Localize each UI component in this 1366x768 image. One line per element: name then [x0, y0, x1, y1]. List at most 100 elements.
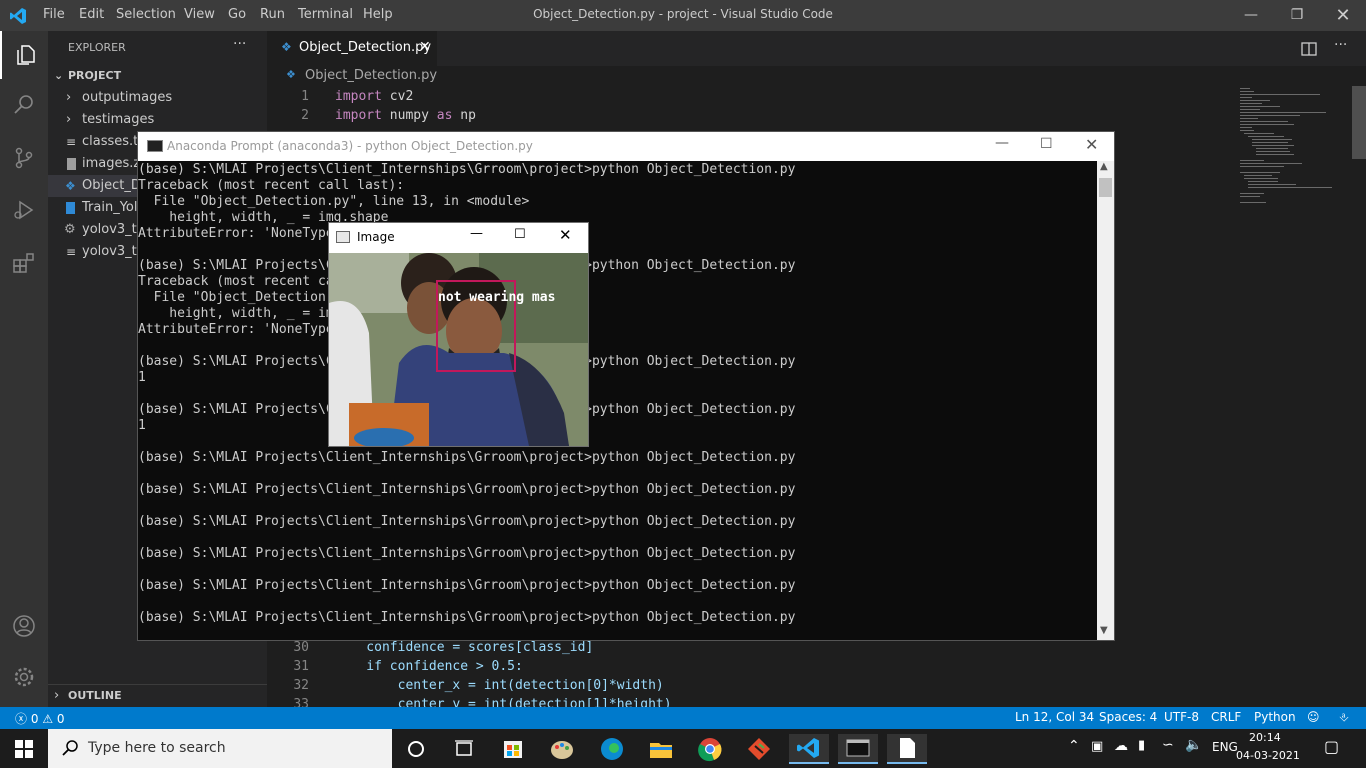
restore-button[interactable]: ❐	[1274, 0, 1320, 31]
outline-section[interactable]: › OUTLINE	[48, 684, 267, 707]
code-line[interactable]: 32 center_x = int(detection[0]*width)	[267, 676, 1227, 695]
tree-item-testimages[interactable]: › testimages	[48, 109, 267, 131]
line-number: 31	[293, 659, 309, 674]
chevron-up-icon[interactable]: ⌃	[1068, 738, 1080, 754]
battery-icon[interactable]: ▮	[1138, 738, 1145, 753]
explorer-header: EXPLORER	[68, 41, 126, 54]
search-activity[interactable]	[0, 80, 48, 128]
anaconda-prompt-window[interactable]: Anaconda Prompt (anaconda3) - python Obj…	[137, 131, 1115, 641]
terminal-maximize-button[interactable]: ☐	[1040, 136, 1053, 152]
accounts-activity[interactable]	[0, 602, 48, 650]
terminal-title: Anaconda Prompt (anaconda3) - python Obj…	[167, 139, 533, 153]
meet-now-icon[interactable]: ▣	[1091, 739, 1103, 754]
chrome-icon[interactable]	[690, 734, 730, 764]
terminal-line: (base) S:\MLAI Projects\Client_Internshi…	[138, 578, 796, 593]
minimap[interactable]	[1236, 86, 1351, 216]
line-ending[interactable]: CRLF	[1211, 710, 1241, 724]
windows-start-icon[interactable]	[15, 740, 33, 758]
image-window-taskbar-icon[interactable]	[887, 734, 927, 764]
line-number: 1	[301, 89, 309, 104]
feedback-icon[interactable]: ☺	[1307, 710, 1320, 724]
chevron-right-icon: ›	[66, 112, 72, 127]
warning-count: 0	[56, 712, 65, 726]
code-keyword: import	[335, 108, 382, 123]
code-line[interactable]: 31 if confidence > 0.5:	[267, 657, 1227, 676]
code-text: numpy	[381, 108, 437, 123]
onedrive-icon[interactable]: ☁	[1114, 738, 1128, 754]
taskbar: Type here to search ⌃ ▣ ☁ ▮ ∽ 🔈 ENG 20:1…	[0, 729, 1366, 768]
close-button[interactable]: ✕	[1320, 0, 1366, 31]
notifications-icon[interactable]: ⎀	[1339, 710, 1349, 725]
code-line[interactable]: 1 import cv2	[267, 87, 1227, 106]
terminal-close-button[interactable]: ✕	[1085, 135, 1098, 154]
image-maximize-button[interactable]: ☐	[514, 227, 526, 242]
vscode-taskbar-icon[interactable]	[789, 734, 829, 764]
more-actions-button[interactable]: ···	[233, 36, 246, 52]
code-text: if confidence > 0.5:	[335, 659, 523, 674]
run-debug-activity[interactable]	[0, 186, 48, 234]
code-line[interactable]: 33 center_y = int(detection[1]*height)	[267, 695, 1227, 707]
breadcrumb-file[interactable]: Object_Detection.py	[305, 68, 437, 83]
minimize-button[interactable]: —	[1228, 0, 1274, 31]
edge-icon[interactable]	[592, 734, 632, 764]
extensions-activity[interactable]	[0, 239, 48, 287]
detection-label: not wearing mas	[438, 290, 555, 305]
terminal-line: height, width, _ = img.shape	[138, 210, 389, 225]
input-language[interactable]: ENG	[1212, 740, 1238, 754]
git-gui-icon[interactable]	[739, 734, 779, 764]
image-minimize-button[interactable]: —	[470, 226, 483, 241]
terminal-minimize-button[interactable]: —	[995, 135, 1009, 151]
tree-item-outputimages[interactable]: › outputimages	[48, 87, 267, 109]
problems-indicator[interactable]: ⓧ 0 ⚠ 0	[15, 710, 65, 727]
terminal-line: (base) S:\MLAI Projects\Client_Internshi…	[138, 402, 796, 417]
paint-icon[interactable]	[542, 734, 582, 764]
image-window-icon	[336, 231, 350, 243]
file-explorer-icon[interactable]	[641, 734, 681, 764]
editor-scrollbar[interactable]	[1352, 86, 1366, 159]
scroll-down-icon[interactable]: ▼	[1100, 625, 1108, 636]
terminal-line: AttributeError: 'NoneType' object has no…	[138, 322, 592, 337]
clock-date[interactable]: 04-03-2021	[1236, 749, 1300, 762]
wifi-icon[interactable]: ∽	[1162, 737, 1174, 753]
error-count: 0	[30, 712, 39, 726]
terminal-line: (base) S:\MLAI Projects\Client_Internshi…	[138, 450, 796, 465]
project-folder[interactable]: ⌄ PROJECT	[48, 65, 267, 87]
scroll-thumb[interactable]	[1099, 178, 1112, 197]
terminal-title-bar[interactable]: Anaconda Prompt (anaconda3) - python Obj…	[138, 132, 1114, 161]
indentation[interactable]: Spaces: 4	[1099, 710, 1157, 724]
image-window-title-bar[interactable]: Image — ☐ ✕	[329, 223, 588, 252]
task-view-icon[interactable]	[444, 734, 484, 764]
cortana-icon[interactable]	[396, 734, 436, 764]
split-editor-icon[interactable]	[1301, 41, 1317, 57]
source-control-activity[interactable]	[0, 134, 48, 182]
terminal-scrollbar[interactable]: ▲ ▼	[1097, 161, 1114, 640]
notification-center-icon[interactable]: ▢	[1324, 737, 1339, 756]
chevron-right-icon: ›	[66, 90, 72, 105]
tab-object-detection[interactable]: ❖ Object_Detection.py ✕	[267, 31, 437, 66]
clock-time[interactable]: 20:14	[1249, 731, 1281, 744]
image-close-button[interactable]: ✕	[559, 226, 572, 244]
code-line[interactable]: 2 import numpy as np	[267, 106, 1227, 125]
gear-icon: ⚙	[64, 222, 76, 237]
explorer-activity[interactable]	[0, 31, 48, 79]
search-placeholder: Type here to search	[88, 740, 226, 756]
more-actions-icon[interactable]: ···	[1334, 37, 1347, 53]
terminal-line: Traceback (most recent call last):	[138, 178, 405, 193]
terminal-line: File "Object_Detection.py", line 13, in …	[153, 290, 530, 305]
terminal-taskbar-icon[interactable]	[838, 734, 878, 764]
manage-activity[interactable]	[0, 653, 48, 701]
detection-photo: not wearing mas	[329, 253, 588, 446]
language-mode[interactable]: Python	[1254, 710, 1296, 724]
image-window[interactable]: Image — ☐ ✕ not wearing mas	[328, 222, 589, 447]
volume-icon[interactable]: 🔈	[1185, 737, 1202, 753]
close-tab-icon[interactable]: ✕	[419, 39, 431, 55]
code-text: confidence = scores[class_id]	[335, 640, 594, 655]
cursor-position[interactable]: Ln 12, Col 34	[1015, 710, 1094, 724]
taskbar-search[interactable]: Type here to search	[48, 729, 392, 768]
scroll-up-icon[interactable]: ▲	[1100, 161, 1108, 172]
store-icon[interactable]	[493, 734, 533, 764]
encoding[interactable]: UTF-8	[1164, 710, 1199, 724]
